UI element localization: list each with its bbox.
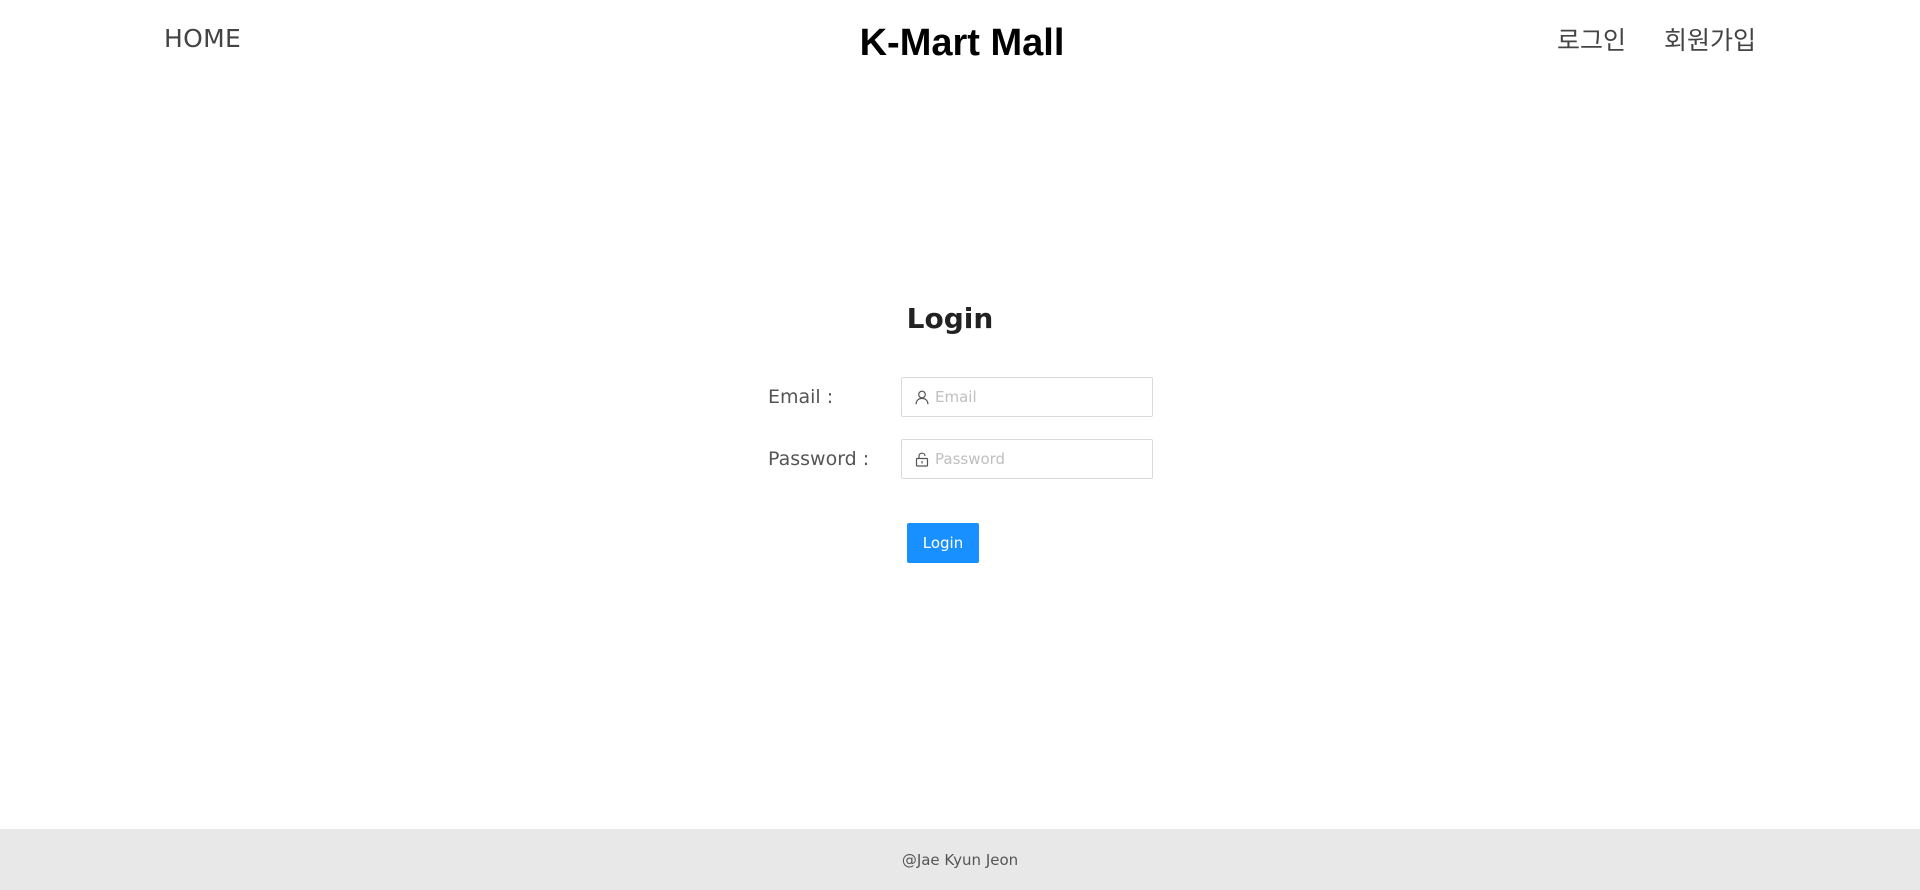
footer-credit: @Jae Kyun Jeon (901, 850, 1019, 869)
user-icon (914, 389, 930, 405)
login-button[interactable]: Login (907, 523, 979, 563)
header: HOME K-Mart Mall 로그인 회원가입 (0, 0, 1920, 90)
email-row: Email : (768, 377, 1153, 417)
password-input-box[interactable] (901, 439, 1153, 479)
signup-link[interactable]: 회원가입 (1664, 21, 1756, 57)
email-label: Email : (768, 386, 834, 408)
login-link[interactable]: 로그인 (1557, 21, 1626, 57)
header-nav: 로그인 회원가입 (1557, 21, 1756, 57)
password-input[interactable] (935, 450, 1145, 468)
login-title: Login (906, 302, 994, 335)
password-row: Password : (768, 439, 1153, 479)
site-title-text[interactable]: K-Mart Mall (856, 22, 1065, 64)
email-input-box[interactable] (901, 377, 1153, 417)
footer: @Jae Kyun Jeon (0, 829, 1920, 890)
email-input[interactable] (935, 388, 1145, 406)
home-link[interactable]: HOME (164, 24, 241, 53)
lock-icon (914, 451, 930, 467)
password-label: Password : (768, 448, 870, 470)
page: HOME K-Mart Mall 로그인 회원가입 Login Email : (0, 0, 1920, 890)
